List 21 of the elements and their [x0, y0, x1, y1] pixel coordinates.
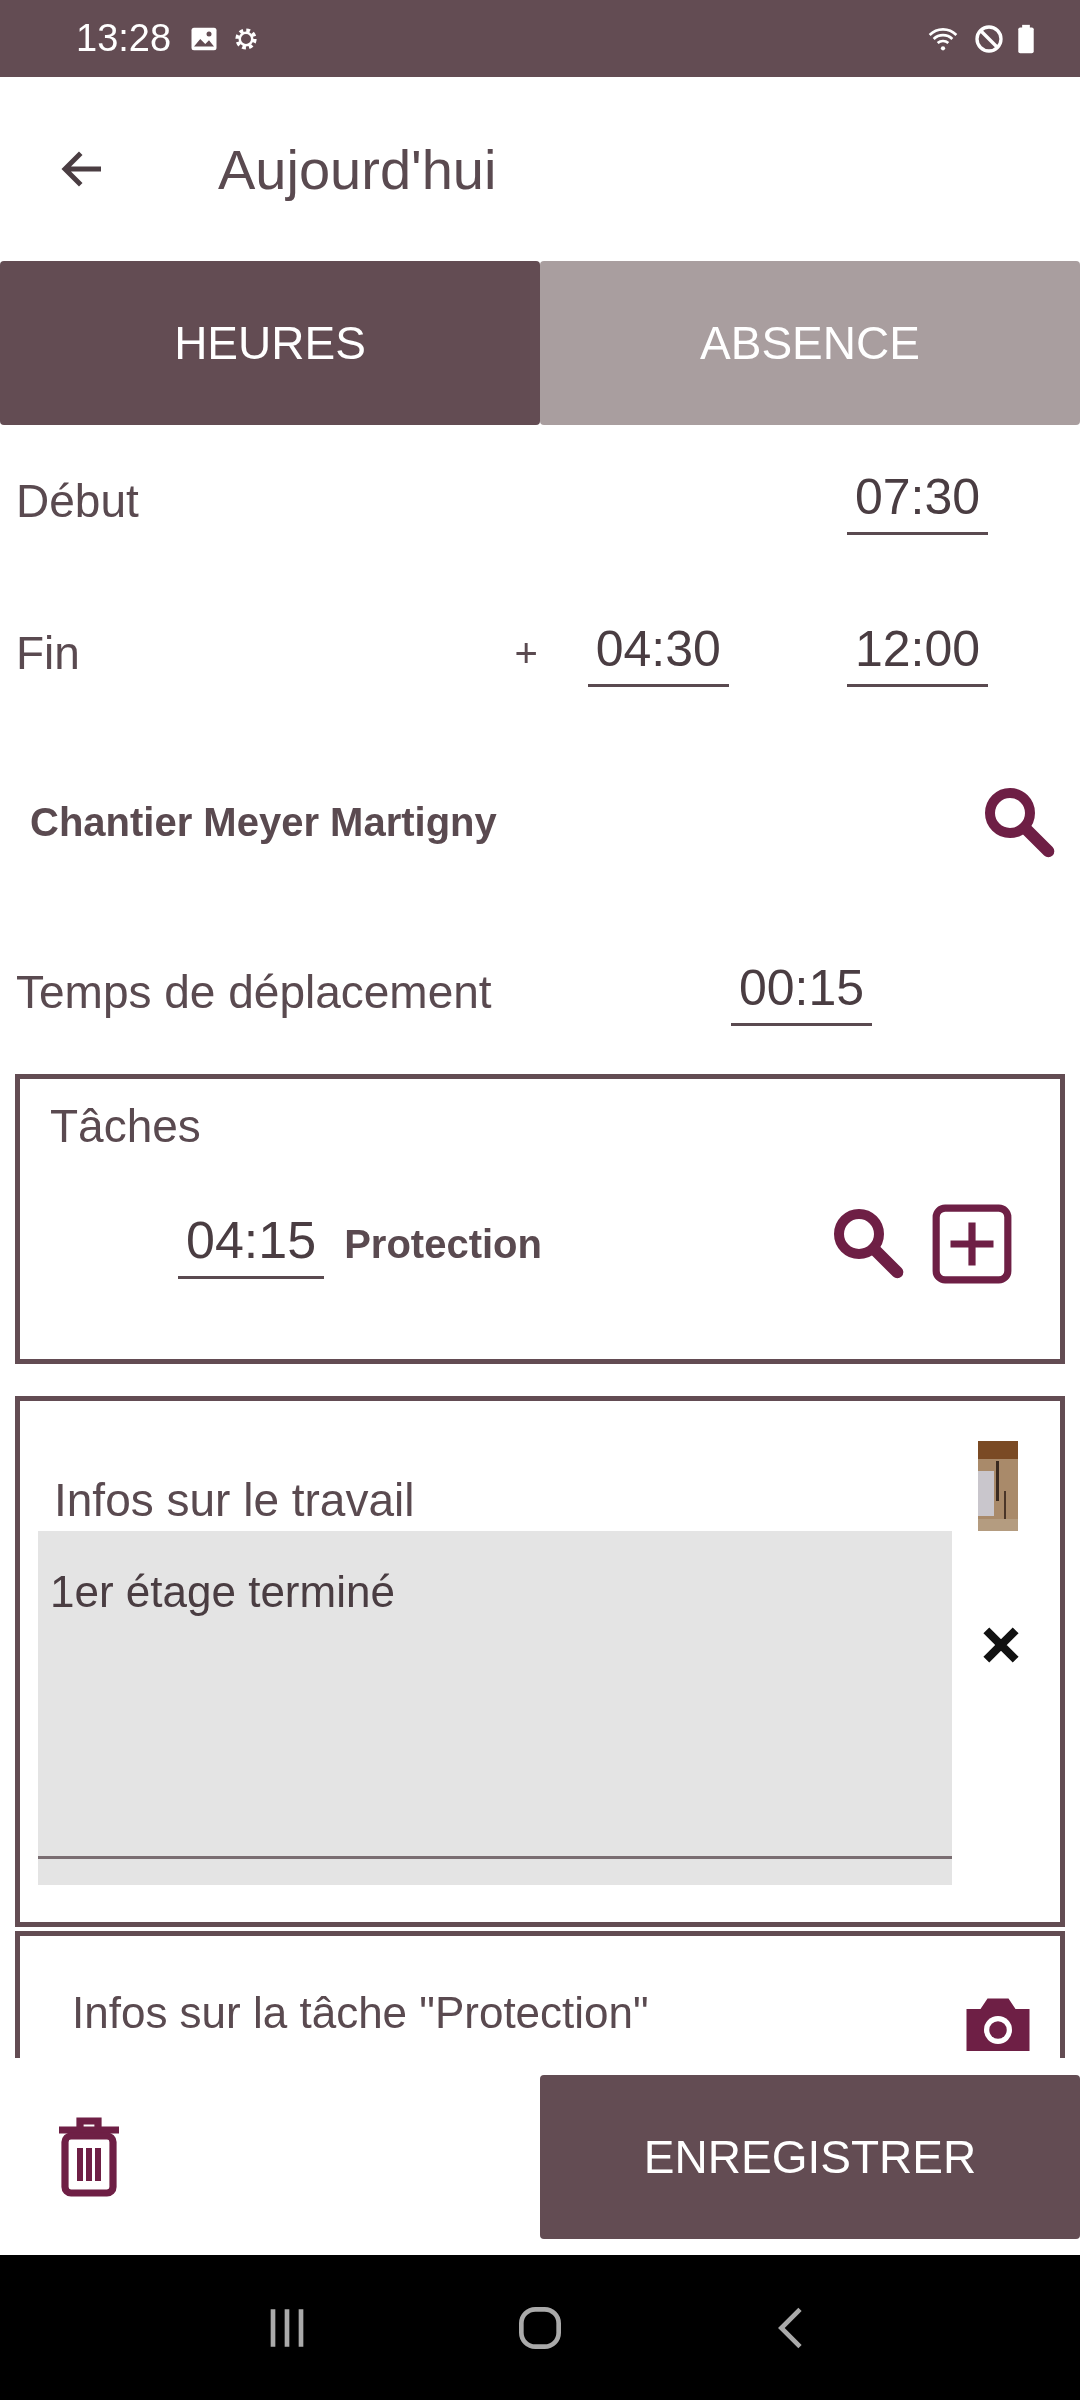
- field-label: Début: [16, 474, 139, 529]
- save-button[interactable]: ENREGISTRER: [540, 2074, 1080, 2239]
- time-field[interactable]: 12:00: [846, 619, 988, 687]
- screen-title: Aujourd'hui: [218, 136, 497, 202]
- time-field[interactable]: 07:30: [846, 467, 988, 535]
- field-label: Fin: [16, 626, 80, 681]
- duration-field[interactable]: 00:15: [730, 958, 872, 1026]
- task-name: Protection: [344, 1221, 542, 1267]
- clock: 13:28: [76, 17, 172, 60]
- do-not-disturb-icon: [973, 22, 1005, 55]
- plus-sign: +: [514, 630, 538, 676]
- section-title: Tâches: [50, 1099, 202, 1154]
- section-title: Infos sur la tâche "Protection": [72, 1988, 649, 2038]
- duration-field[interactable]: 04:15: [178, 1209, 325, 1279]
- battery-icon: [1017, 22, 1035, 55]
- duration-field[interactable]: 04:30: [587, 619, 729, 687]
- tab[interactable]: HEURES: [0, 261, 540, 425]
- section-title: Infos sur le travail: [54, 1472, 415, 1527]
- note-field[interactable]: 1er étage terminé: [38, 1530, 952, 1885]
- site-name[interactable]: Chantier Meyer Martigny: [30, 800, 497, 846]
- field-label: Temps de déplacement: [16, 965, 492, 1020]
